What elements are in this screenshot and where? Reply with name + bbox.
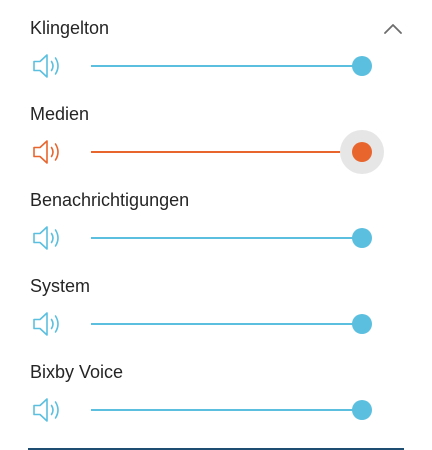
slider-fill bbox=[91, 151, 362, 153]
slider-thumb[interactable] bbox=[352, 228, 372, 248]
slider-thumb[interactable] bbox=[352, 314, 372, 334]
volume-row-benachrichtigungen: Benachrichtigungen bbox=[0, 172, 432, 258]
slider-label: System bbox=[30, 276, 91, 296]
slider-thumb[interactable] bbox=[352, 142, 372, 162]
volume-slider-benachrichtigungen[interactable] bbox=[91, 225, 373, 251]
slider-fill bbox=[91, 237, 362, 239]
volume-slider-medien[interactable] bbox=[91, 130, 384, 174]
volume-row-bixby-voice: Bixby Voice bbox=[0, 344, 432, 430]
slider-thumb[interactable] bbox=[352, 400, 372, 420]
slider-label: Klingelton bbox=[30, 18, 110, 38]
volume-speaker-icon[interactable] bbox=[32, 396, 64, 424]
volume-row-klingelton: Klingelton bbox=[0, 0, 432, 86]
slider-fill bbox=[91, 65, 362, 67]
volume-speaker-icon[interactable] bbox=[32, 138, 64, 166]
volume-slider-bixby-voice[interactable] bbox=[91, 397, 373, 423]
slider-fill bbox=[91, 323, 362, 325]
volume-slider-system[interactable] bbox=[91, 311, 373, 337]
slider-label: Bixby Voice bbox=[30, 362, 124, 382]
volume-slider-klingelton[interactable] bbox=[91, 53, 373, 79]
volume-speaker-icon[interactable] bbox=[32, 224, 64, 252]
slider-thumb[interactable] bbox=[352, 56, 372, 76]
volume-row-medien: Medien bbox=[0, 86, 432, 174]
volume-row-system: System bbox=[0, 258, 432, 344]
slider-fill bbox=[91, 409, 362, 411]
slider-label: Benachrichtigungen bbox=[30, 190, 190, 210]
volume-speaker-icon[interactable] bbox=[32, 310, 64, 338]
volume-speaker-icon[interactable] bbox=[32, 52, 64, 80]
slider-label: Medien bbox=[30, 104, 90, 124]
